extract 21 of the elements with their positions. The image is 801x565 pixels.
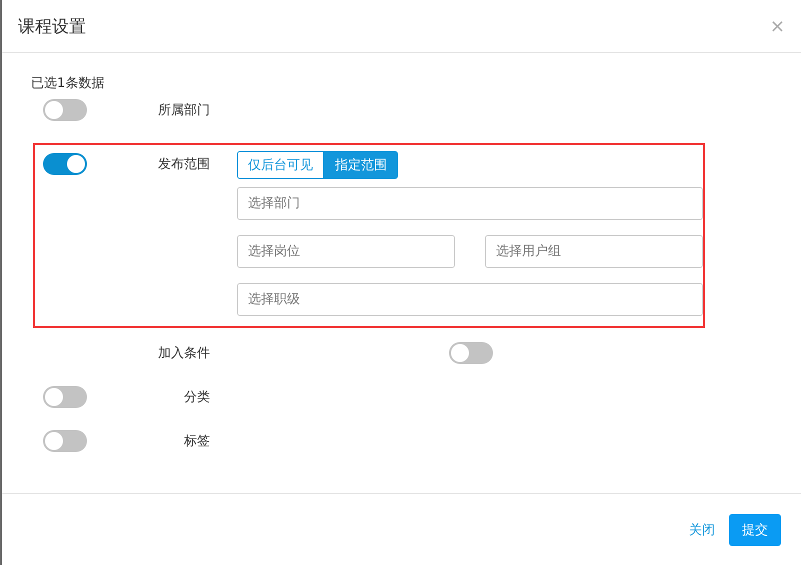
field-label: 发布范围 — [158, 156, 210, 173]
select-field[interactable]: 选择部门 — [237, 187, 703, 220]
selection-note: 已选1条数据 — [31, 75, 106, 92]
select-field[interactable]: 选择职级 — [237, 283, 703, 316]
toggle-switch[interactable] — [43, 99, 87, 121]
toggle-switch[interactable] — [43, 430, 87, 452]
toggle-switch[interactable] — [43, 153, 87, 175]
close-link[interactable]: 关闭 — [687, 516, 717, 542]
scope-option[interactable]: 仅后台可见 — [237, 151, 324, 179]
field-label: 分类 — [184, 389, 210, 406]
dialog-title: 课程设置 — [18, 16, 86, 38]
scope-option[interactable]: 指定范围 — [324, 151, 398, 179]
field-label: 加入条件 — [158, 345, 210, 362]
toggle-switch[interactable] — [449, 342, 493, 364]
submit-button[interactable]: 提交 — [729, 514, 781, 546]
field-label: 标签 — [184, 433, 210, 450]
select-field[interactable]: 选择岗位 — [237, 235, 455, 268]
select-field[interactable]: 选择用户组 — [485, 235, 703, 268]
close-button[interactable]: × — [768, 16, 787, 36]
field-label: 所属部门 — [158, 102, 210, 119]
toggle-switch[interactable] — [43, 386, 87, 408]
